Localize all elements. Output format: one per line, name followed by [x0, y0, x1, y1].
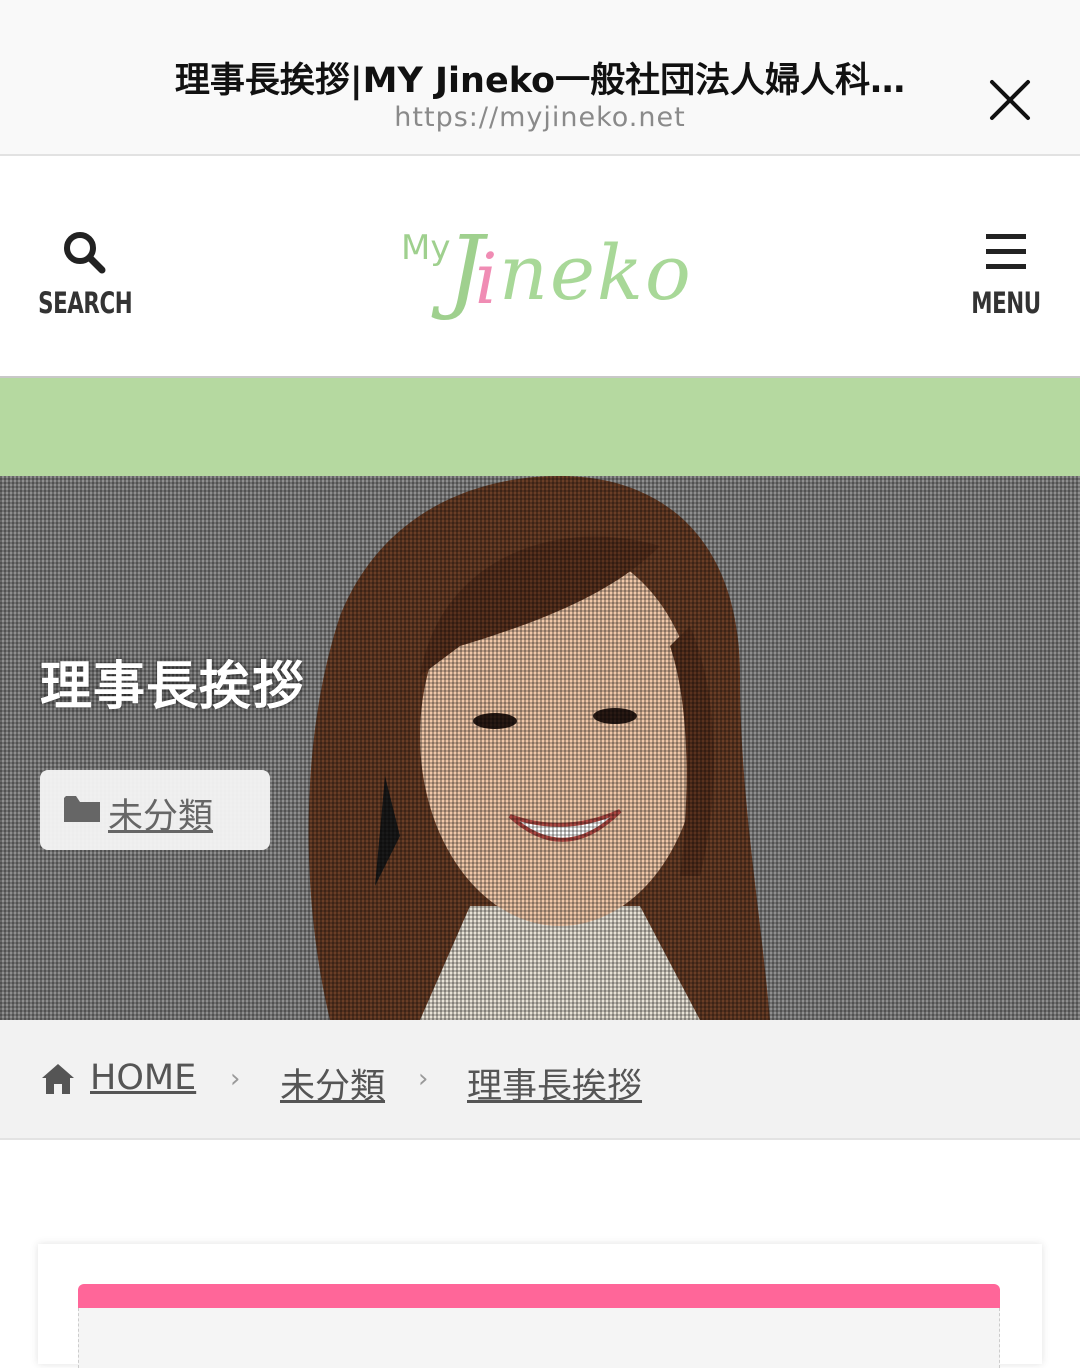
category-link[interactable]: 未分類 [108, 788, 213, 839]
search-label: SEARCH [38, 286, 133, 320]
home-icon [42, 1064, 74, 1094]
breadcrumb-home[interactable]: HOME [90, 1058, 196, 1098]
menu-label: MENU [971, 286, 1041, 320]
article-title: 理事長挨拶 [40, 657, 306, 717]
site-logo[interactable]: My J i neko [395, 216, 691, 326]
card-body [78, 1308, 1000, 1368]
card-accent-bar [78, 1284, 1000, 1308]
accent-band [0, 376, 1080, 478]
browser-sheet-header: 理事長挨拶|MY Jineko一般社団法人婦人科… https://myjine… [0, 0, 1080, 156]
dot-pattern-overlay [0, 476, 1080, 1020]
hamburger-icon [986, 234, 1026, 269]
search-icon [64, 232, 106, 274]
hero-banner: 理事長挨拶 未分類 [0, 476, 1080, 1020]
breadcrumb-category[interactable]: 未分類 [280, 1058, 385, 1109]
breadcrumb: HOME › 未分類 › 理事長挨拶 [0, 1020, 1080, 1140]
content-card [38, 1244, 1042, 1368]
close-icon [990, 80, 1030, 120]
close-button[interactable] [984, 74, 1036, 126]
site-header: SEARCH My J i neko MENU [0, 156, 1080, 376]
menu-button[interactable]: MENU [950, 228, 1062, 320]
search-button[interactable]: SEARCH [28, 228, 140, 320]
folder-icon [64, 796, 100, 822]
breadcrumb-current[interactable]: 理事長挨拶 [467, 1058, 642, 1109]
breadcrumb-separator: › [230, 1064, 241, 1094]
category-tag[interactable]: 未分類 [40, 770, 270, 850]
page-title: 理事長挨拶|MY Jineko一般社団法人婦人科… [174, 61, 906, 101]
page-url: https://myjineko.net [394, 102, 686, 133]
breadcrumb-separator: › [418, 1064, 429, 1094]
